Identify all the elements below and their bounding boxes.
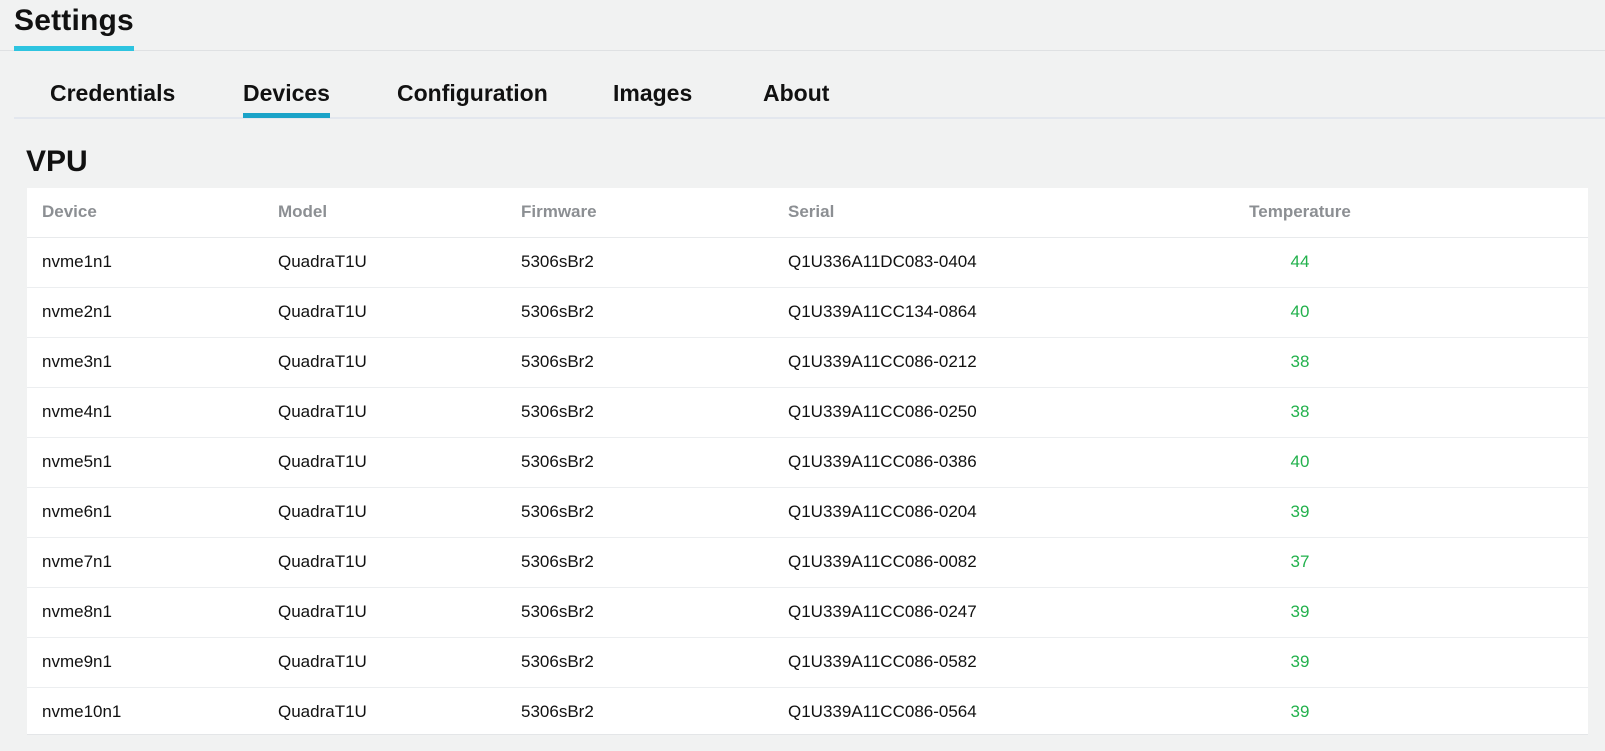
- devices-table: Device Model Firmware Serial Temperature…: [27, 188, 1588, 737]
- column-header-spacer: [1374, 188, 1588, 238]
- cell-temperature: 38: [1226, 337, 1374, 388]
- cell-temperature: 44: [1226, 237, 1374, 288]
- table-row[interactable]: nvme9n1 QuadraT1U 5306sBr2 Q1U339A11CC086-0…: [27, 637, 1588, 688]
- tab-about[interactable]: About: [763, 80, 829, 113]
- cell-firmware: 5306sBr2: [506, 337, 773, 388]
- cell-device: nvme5n1: [27, 437, 263, 488]
- cell-temperature: 39: [1226, 487, 1374, 538]
- cell-firmware: 5306sBr2: [506, 287, 773, 338]
- cell-model: QuadraT1U: [263, 537, 506, 588]
- cell-firmware: 5306sBr2: [506, 237, 773, 288]
- cell-firmware: 5306sBr2: [506, 537, 773, 588]
- cell-temperature: 39: [1290, 702, 1310, 722]
- cell-device: nvme10n1: [42, 702, 122, 722]
- cell-firmware: 5306sBr2: [506, 437, 773, 488]
- cell-device: nvme2n1: [27, 287, 263, 338]
- cell-serial: Q1U339A11CC134-0864: [773, 287, 1226, 338]
- cell-serial: Q1U339A11CC086-0204: [773, 487, 1226, 538]
- column-header-model[interactable]: Model: [263, 188, 506, 238]
- cell-firmware: 5306sBr2: [506, 637, 773, 688]
- cell-firmware: 5306sBr2: [506, 587, 773, 638]
- cell-spacer: [1374, 637, 1588, 688]
- tab-images[interactable]: Images: [613, 80, 692, 113]
- table-row[interactable]: nvme10n1 QuadraT1U 5306sBr2 Q1U339A11CC086-…: [27, 687, 1588, 737]
- cell-model: QuadraT1U: [263, 387, 506, 438]
- cell-spacer: [1374, 337, 1588, 388]
- table-row[interactable]: nvme6n1 QuadraT1U 5306sBr2 Q1U339A11CC086-0…: [27, 487, 1588, 538]
- cell-model: QuadraT1U: [263, 637, 506, 688]
- cell-device: nvme4n1: [27, 387, 263, 438]
- cell-device: nvme8n1: [27, 587, 263, 638]
- cell-temperature: 37: [1226, 537, 1374, 588]
- cell-device: nvme6n1: [27, 487, 263, 538]
- cell-spacer: [1374, 687, 1588, 737]
- cell-serial: Q1U339A11CC086-0564: [788, 702, 977, 722]
- cell-spacer: [1374, 587, 1588, 638]
- cell-model: QuadraT1U: [263, 337, 506, 388]
- table-header-row: Device Model Firmware Serial Temperature: [27, 188, 1588, 238]
- cell-serial: Q1U339A11CC086-0212: [773, 337, 1226, 388]
- cell-device: nvme9n1: [27, 637, 263, 688]
- column-header-temperature[interactable]: Temperature: [1226, 188, 1374, 238]
- cell-model: QuadraT1U: [263, 237, 506, 288]
- cell-model: QuadraT1U: [263, 587, 506, 638]
- cell-model: QuadraT1U: [263, 437, 506, 488]
- table-body: nvme1n1 QuadraT1U 5306sBr2 Q1U336A11DC083-0…: [27, 237, 1588, 737]
- cell-model: QuadraT1U: [278, 702, 367, 722]
- cell-device: nvme7n1: [27, 537, 263, 588]
- tab-configuration[interactable]: Configuration: [397, 80, 548, 113]
- cell-firmware: 5306sBr2: [506, 387, 773, 438]
- cell-serial: Q1U336A11DC083-0404: [773, 237, 1226, 288]
- cell-spacer: [1374, 437, 1588, 488]
- cell-spacer: [1374, 287, 1588, 338]
- tab-devices[interactable]: Devices: [243, 80, 330, 118]
- table-row[interactable]: nvme4n1 QuadraT1U 5306sBr2 Q1U339A11CC086-0…: [27, 387, 1588, 438]
- section-title: VPU: [26, 145, 88, 178]
- tab-credentials[interactable]: Credentials: [50, 80, 175, 113]
- cell-serial: Q1U339A11CC086-0247: [773, 587, 1226, 638]
- cell-temperature: 39: [1226, 587, 1374, 638]
- cell-spacer: [1374, 537, 1588, 588]
- cell-serial: Q1U339A11CC086-0082: [773, 537, 1226, 588]
- cell-device: nvme1n1: [27, 237, 263, 288]
- table-row[interactable]: nvme3n1 QuadraT1U 5306sBr2 Q1U339A11CC086-0…: [27, 337, 1588, 388]
- cell-serial: Q1U339A11CC086-0250: [773, 387, 1226, 438]
- cell-device: nvme3n1: [27, 337, 263, 388]
- column-header-serial[interactable]: Serial: [773, 188, 1226, 238]
- cell-model: QuadraT1U: [263, 487, 506, 538]
- cell-firmware: 5306sBr2: [506, 487, 773, 538]
- column-header-firmware[interactable]: Firmware: [506, 188, 773, 238]
- cell-model: QuadraT1U: [263, 287, 506, 338]
- column-header-device[interactable]: Device: [27, 188, 263, 238]
- table-row[interactable]: nvme2n1 QuadraT1U 5306sBr2 Q1U339A11CC134-0…: [27, 287, 1588, 338]
- cell-firmware: 5306sBr2: [521, 702, 594, 722]
- cell-serial: Q1U339A11CC086-0386: [773, 437, 1226, 488]
- cell-temperature: 40: [1226, 287, 1374, 338]
- cell-serial: Q1U339A11CC086-0582: [773, 637, 1226, 688]
- table-row[interactable]: nvme7n1 QuadraT1U 5306sBr2 Q1U339A11CC086-0…: [27, 537, 1588, 588]
- table-row[interactable]: nvme1n1 QuadraT1U 5306sBr2 Q1U336A11DC083-0…: [27, 237, 1588, 288]
- settings-tabs: Credentials Devices Configuration Images…: [14, 74, 1605, 119]
- page-title: Settings: [14, 4, 134, 51]
- page-header: Settings: [0, 0, 1605, 51]
- devices-table-card: Device Model Firmware Serial Temperature…: [27, 188, 1588, 735]
- table-row[interactable]: nvme5n1 QuadraT1U 5306sBr2 Q1U339A11CC086-0…: [27, 437, 1588, 488]
- cell-temperature: 40: [1226, 437, 1374, 488]
- cell-spacer: [1374, 387, 1588, 438]
- cell-temperature: 39: [1226, 637, 1374, 688]
- cell-spacer: [1374, 487, 1588, 538]
- cell-spacer: [1374, 237, 1588, 288]
- cell-temperature: 38: [1226, 387, 1374, 438]
- table-row[interactable]: nvme8n1 QuadraT1U 5306sBr2 Q1U339A11CC086-0…: [27, 587, 1588, 638]
